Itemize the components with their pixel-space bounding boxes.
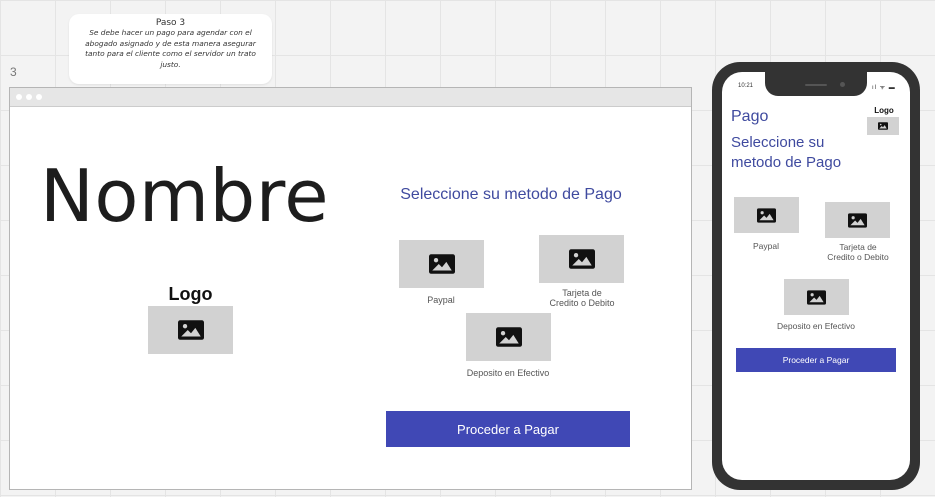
mobile-card-label: Tarjeta de Credito o Debito	[827, 242, 889, 262]
mobile-card-option[interactable]	[825, 202, 890, 238]
status-time: 10:21	[738, 83, 754, 89]
image-icon	[495, 327, 522, 347]
mobile-paypal-option[interactable]	[734, 197, 799, 233]
mobile-logo-placeholder	[867, 117, 899, 135]
logo-placeholder	[148, 306, 233, 354]
image-icon	[878, 122, 888, 130]
note-body: Se debe hacer un pago para agendar con e…	[85, 28, 256, 69]
frame-number: 3	[10, 65, 17, 79]
speaker-icon	[805, 84, 827, 86]
brand-name: Nombre	[40, 154, 330, 238]
image-icon	[177, 320, 204, 340]
image-icon	[568, 249, 595, 269]
status-icons: ıl ᯤ ▬	[872, 85, 896, 91]
image-icon	[757, 207, 776, 223]
proceed-to-pay-button[interactable]: Proceder a Pagar	[386, 411, 630, 447]
image-icon	[848, 212, 867, 228]
paypal-label: Paypal	[427, 295, 455, 305]
mobile-screen: 10:21 ıl ᯤ ▬ Pago Logo Seleccione su met…	[722, 72, 910, 480]
card-option[interactable]	[539, 235, 624, 283]
mobile-cash-deposit-option[interactable]	[784, 279, 849, 315]
cash-deposit-option[interactable]	[466, 313, 551, 361]
desktop-frame: Nombre Logo Seleccione su metodo de Pago…	[9, 87, 692, 490]
window-dot-icon	[36, 94, 42, 100]
paypal-option[interactable]	[399, 240, 484, 288]
mobile-page-title: Pago	[731, 108, 769, 125]
image-icon	[428, 254, 455, 274]
phone-notch	[765, 72, 867, 96]
window-dot-icon	[26, 94, 32, 100]
sticky-note: Paso 3 Se debe hacer un pago para agenda…	[69, 14, 272, 84]
logo-label: Logo	[168, 284, 213, 304]
window-titlebar	[10, 88, 691, 107]
mobile-proceed-to-pay-button[interactable]: Proceder a Pagar	[736, 348, 896, 372]
mobile-logo-label: Logo	[874, 106, 894, 115]
window-dot-icon	[16, 94, 22, 100]
mobile-frame: 10:21 ıl ᯤ ▬ Pago Logo Seleccione su met…	[712, 62, 920, 490]
image-icon	[807, 289, 826, 305]
card-label: Tarjeta de Credito o Debito	[549, 288, 615, 308]
camera-icon	[840, 82, 845, 87]
note-title: Paso 3	[155, 18, 186, 28]
mobile-paypal-label: Paypal	[753, 241, 779, 251]
cash-deposit-label: Deposito en Efectivo	[466, 368, 550, 378]
mobile-payment-heading: Seleccione su metodo de Pago	[731, 134, 842, 171]
mobile-cash-deposit-label: Deposito en Efectivo	[777, 321, 855, 331]
payment-heading: Seleccione su metodo de Pago	[400, 186, 622, 203]
